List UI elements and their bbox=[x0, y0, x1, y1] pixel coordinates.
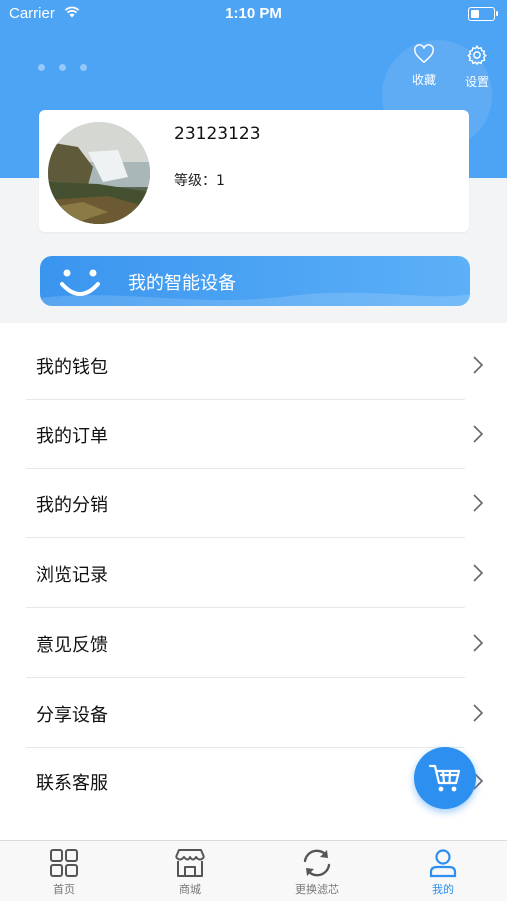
menu-item-feedback[interactable]: 意见反馈 bbox=[0, 609, 507, 678]
grid-icon bbox=[50, 849, 78, 877]
menu-item-label: 我的钱包 bbox=[36, 357, 108, 378]
bottom-tab-bar: 首页 商城 更换滤芯 我的 bbox=[0, 840, 507, 901]
chevron-right-icon bbox=[473, 494, 483, 512]
heart-icon bbox=[414, 44, 434, 64]
menu-item-label: 我的分销 bbox=[36, 495, 108, 516]
menu-item-label: 联系客服 bbox=[36, 773, 108, 794]
chevron-right-icon bbox=[473, 704, 483, 722]
tab-store[interactable]: 商城 bbox=[145, 847, 235, 897]
divider bbox=[26, 677, 465, 678]
menu-item-label: 我的订单 bbox=[36, 426, 108, 447]
chevron-right-icon bbox=[473, 425, 483, 443]
favorites-button[interactable]: 收藏 bbox=[404, 44, 444, 88]
profile-card[interactable]: 23123123 等级：1 bbox=[39, 110, 469, 232]
smart-device-banner[interactable]: 我的智能设备 bbox=[40, 256, 470, 306]
smile-icon bbox=[60, 269, 100, 296]
menu-item-label: 分享设备 bbox=[36, 705, 108, 726]
menu-item-label: 浏览记录 bbox=[36, 565, 108, 586]
shopping-cart-icon bbox=[428, 764, 461, 792]
user-icon bbox=[429, 849, 457, 878]
chevron-right-icon bbox=[473, 356, 483, 374]
battery-icon bbox=[468, 7, 498, 21]
tab-label: 更换滤芯 bbox=[295, 883, 339, 896]
avatar[interactable] bbox=[48, 122, 150, 224]
settings-button[interactable]: 设置 bbox=[457, 44, 497, 90]
wave-decoration bbox=[40, 292, 470, 306]
cart-button[interactable] bbox=[414, 747, 476, 809]
status-bar: Carrier 1:10 PM bbox=[0, 0, 507, 28]
avatar-landscape-image bbox=[48, 122, 150, 224]
tab-mine[interactable]: 我的 bbox=[398, 847, 488, 897]
tab-replace-filter[interactable]: 更换滤芯 bbox=[272, 847, 362, 897]
smart-device-label: 我的智能设备 bbox=[128, 273, 236, 294]
refresh-icon bbox=[303, 849, 331, 877]
clock: 1:10 PM bbox=[225, 5, 282, 22]
menu-item-history[interactable]: 浏览记录 bbox=[0, 539, 507, 608]
tab-label: 我的 bbox=[432, 883, 454, 896]
menu-item-wallet[interactable]: 我的钱包 bbox=[0, 331, 507, 400]
menu-item-share-device[interactable]: 分享设备 bbox=[0, 679, 507, 748]
menu-item-orders[interactable]: 我的订单 bbox=[0, 400, 507, 469]
tab-label: 商城 bbox=[179, 883, 201, 896]
divider bbox=[26, 607, 465, 608]
user-level: 等级：1 bbox=[174, 173, 225, 189]
settings-label: 设置 bbox=[464, 75, 489, 89]
gear-icon bbox=[467, 44, 487, 66]
page-dots bbox=[38, 64, 87, 71]
username: 23123123 bbox=[174, 124, 261, 144]
chevron-right-icon bbox=[473, 634, 483, 652]
divider bbox=[26, 537, 465, 538]
chevron-right-icon bbox=[473, 564, 483, 582]
favorites-label: 收藏 bbox=[411, 73, 436, 87]
menu-item-distribution[interactable]: 我的分销 bbox=[0, 469, 507, 538]
tab-home[interactable]: 首页 bbox=[19, 847, 109, 897]
store-icon bbox=[175, 849, 205, 877]
menu-item-label: 意见反馈 bbox=[36, 635, 108, 656]
tab-label: 首页 bbox=[53, 883, 75, 896]
